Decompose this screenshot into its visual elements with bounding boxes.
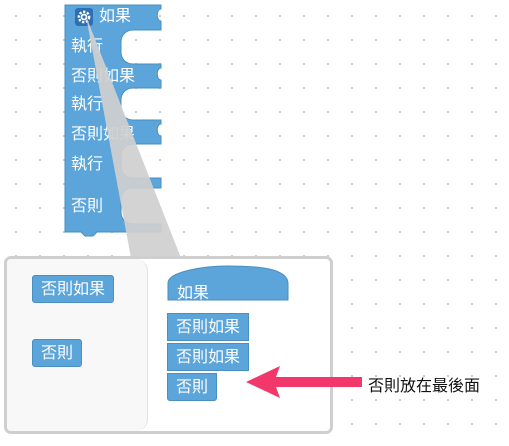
flyout-else-block[interactable]: 否則 (32, 339, 83, 367)
mutator-bubble[interactable]: 否則如果 否則 如果 否則如果 否則如果 否則 (4, 256, 333, 434)
mutator-else-if-block-2[interactable]: 否則如果 (167, 343, 250, 371)
workspace-canvas[interactable]: 如果 執行 否則如果 執行 否則如果 執行 否則 否則如果 否則 如果 否則如果… (0, 0, 509, 446)
mutator-else-block[interactable]: 否則 (167, 373, 218, 401)
flyout-else-if-block[interactable]: 否則如果 (32, 275, 115, 303)
annotation-arrow (246, 366, 362, 398)
annotation-text: 否則放在最後面 (368, 376, 481, 395)
mutator-if-label: 如果 (177, 283, 210, 302)
mutator-else-if-block-1[interactable]: 否則如果 (167, 313, 250, 341)
